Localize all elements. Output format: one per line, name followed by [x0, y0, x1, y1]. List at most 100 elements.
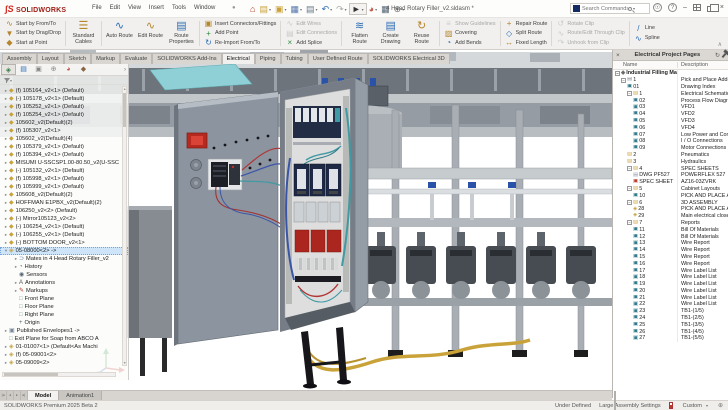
status-assembly-mode[interactable]: Large Assembly Settings: [599, 403, 661, 409]
cam-tab[interactable]: ◆: [76, 64, 91, 75]
tree-item-f-105307-v2-1[interactable]: ▸◆(f) 105307_v2<1>: [0, 127, 128, 135]
page-row-18[interactable]: ▣18Wire Label List: [613, 274, 728, 281]
tree-item-f-105394-v2-1-default[interactable]: ▸◆(f) 105394_v2<1> (Default): [0, 151, 128, 159]
page-row-1[interactable]: −▤1Pick and Place Add-On: [613, 77, 728, 84]
tree-item-mirror105123-v2-2[interactable]: ▸◆(-) Mirror105123_v2<2>: [0, 215, 128, 223]
save-button[interactable]: ▦▾: [289, 3, 305, 15]
covering-button[interactable]: ▨Covering: [444, 29, 495, 39]
spline-button[interactable]: ∿Spline: [634, 34, 660, 44]
column-header-description[interactable]: Description: [677, 62, 728, 68]
close-button[interactable]: ×: [720, 4, 724, 11]
page-row-1[interactable]: −▨1Electrical Schematics: [613, 90, 728, 97]
page-row-6[interactable]: −▨63D ASSEMBLY: [613, 199, 728, 206]
doc-tab-model[interactable]: Model: [28, 391, 59, 400]
page-row-03[interactable]: ▣03VFD1: [613, 104, 728, 111]
add-bends-button[interactable]: ◔Add Bends: [444, 38, 495, 48]
tab-overflow-icon[interactable]: ›: [124, 67, 128, 73]
scroll-thumb[interactable]: [4, 373, 58, 376]
page-row-industrial-filling-machi[interactable]: −◈Industrial Filling Machi...: [613, 70, 728, 77]
menu-file[interactable]: File: [88, 5, 106, 11]
panel-refresh-icon[interactable]: ↻: [715, 52, 720, 59]
doc-tab-animation1[interactable]: Animation1: [59, 391, 102, 400]
tab-markup[interactable]: Markup: [91, 53, 120, 64]
maximize-grid-button[interactable]: [693, 4, 701, 11]
tree-item-misumi-u-sscsp1-00-80-50-v2-u-[interactable]: ▸◆MISUMI U-SSCSP1.00-80.50_v2(U-SSC: [0, 159, 128, 167]
page-row-21[interactable]: ▣21Wire Label List: [613, 294, 728, 301]
insert-connectors-fittings-button[interactable]: ▣Insert Connectors/Fittings: [204, 19, 276, 29]
page-row-20[interactable]: ▣20Wire Label List: [613, 288, 728, 295]
sheet-nav-button[interactable]: ◂: [7, 391, 14, 400]
create-drawing-button[interactable]: ▤Create Drawing: [375, 19, 406, 48]
scroll-down-icon[interactable]: ▼: [123, 361, 126, 365]
re-import-from-to-button[interactable]: ↻Re-Import From/To: [204, 38, 276, 48]
status-units[interactable]: Custom: [683, 403, 702, 409]
search-input[interactable]: [582, 6, 628, 12]
tree-item-right-plane[interactable]: □Right Plane: [0, 311, 128, 319]
welcome-button[interactable]: ⌂: [248, 3, 257, 15]
tree-item-front-plane[interactable]: □Front Plane: [0, 295, 128, 303]
filter-caret-icon[interactable]: ▾: [10, 78, 12, 83]
menu-insert[interactable]: Insert: [145, 5, 168, 11]
panel-pin-icon[interactable]: [722, 52, 727, 57]
dropdown-caret-icon[interactable]: ▾: [284, 7, 286, 12]
sheet-nav-button[interactable]: ▸|: [21, 391, 28, 400]
tab-solidworks-electrical-3d[interactable]: SOLIDWORKS Electrical 3D: [368, 53, 450, 64]
page-row-14[interactable]: ▣14Wire Report: [613, 247, 728, 254]
flatten-route-button[interactable]: ≋Flatten Route: [344, 19, 375, 48]
tab-assembly[interactable]: Assembly: [2, 53, 37, 64]
page-row-4[interactable]: −▨4SPEC SHEETS: [613, 165, 728, 172]
performance-icon[interactable]: [669, 402, 673, 409]
auto-route-button[interactable]: ∿Auto Route: [104, 19, 135, 48]
page-row-01[interactable]: ▣01Drawing Index: [613, 84, 728, 91]
collapse-box-icon[interactable]: −: [621, 78, 626, 83]
collapse-box-icon[interactable]: −: [627, 166, 632, 171]
start-at-point-button[interactable]: ◆Start at Point: [5, 38, 61, 48]
tab-piping[interactable]: Piping: [255, 53, 281, 64]
tree-item-f-105998-v2-1-default[interactable]: ▸◆(f) 105998_v2<1> (Default): [0, 175, 128, 183]
tab-evaluate[interactable]: Evaluate: [120, 53, 152, 64]
restore-button[interactable]: [707, 6, 714, 12]
propertymanager-tab[interactable]: ▤: [16, 64, 31, 75]
route-properties-button[interactable]: ▤Route Properties: [166, 19, 197, 48]
sheet-nav-button[interactable]: |◂: [0, 391, 7, 400]
collapse-box-icon[interactable]: −: [627, 91, 632, 96]
page-row-29[interactable]: ◈29Main electrical closet: [613, 213, 728, 220]
tree-item-history[interactable]: ▸◔History: [0, 263, 128, 271]
tree-item-105178-v2-1-default[interactable]: ▸◆(-) 105178_v2<1> (Default): [0, 95, 128, 103]
page-row-3[interactable]: ▨3Hydraulics: [613, 158, 728, 165]
page-row-04[interactable]: ▣04VFD2: [613, 111, 728, 118]
reuse-route-button[interactable]: ↻Reuse Route: [406, 19, 437, 48]
start-by-drag-drop-button[interactable]: ▼Start by Drag/Drop: [5, 29, 61, 39]
tree-item-106254-v2-1-default[interactable]: ▸◆(-) 106254_v2<1> (Default): [0, 223, 128, 231]
dropdown-caret-icon[interactable]: ▾: [269, 7, 271, 12]
page-row-spec-sheet[interactable]: ▣SPEC SHEETAZ16-03ZVRK: [613, 179, 728, 186]
collapse-box-icon[interactable]: −: [627, 186, 632, 191]
tree-item-f-105252-v2-1-default[interactable]: ▸◆(f) 105252_v2<1> (Default): [0, 103, 128, 111]
tree-vertical-scrollbar[interactable]: ▲ ▼: [122, 86, 127, 366]
dimxpert-tab[interactable]: ⊕: [46, 64, 61, 75]
page-row-26[interactable]: ▣26TB1-(4/5): [613, 328, 728, 335]
page-row-19[interactable]: ▣19Wire Label List: [613, 281, 728, 288]
collapse-box-icon[interactable]: −: [627, 200, 632, 205]
tree-item-f-105999-v2-1-default[interactable]: ▸◆(f) 105999_v2<1> (Default): [0, 183, 128, 191]
pages-horizontal-scrollbar[interactable]: [614, 392, 727, 396]
ribbon-collapse-icon[interactable]: ∧: [718, 41, 722, 48]
add-splice-button[interactable]: ×Add Splice: [285, 38, 337, 48]
tab-tubing[interactable]: Tubing: [281, 53, 308, 64]
page-row-02[interactable]: ▣02Process Flow Diagram: [613, 97, 728, 104]
new-button[interactable]: ▤▾: [257, 3, 273, 15]
tree-horizontal-scrollbar[interactable]: [2, 372, 116, 377]
page-row-28[interactable]: ◈28PICK AND PLACE ADD-ON: [613, 206, 728, 213]
menu-edit[interactable]: Edit: [106, 5, 124, 11]
page-row-06[interactable]: ▣06VFD4: [613, 124, 728, 131]
tree-item-bottom-door-v2-1[interactable]: ▸◆(-) BOTTOM DOOR_v2<1>: [0, 239, 128, 247]
scroll-thumb[interactable]: [614, 391, 616, 410]
tab-user-defined-route[interactable]: User Defined Route: [308, 53, 368, 64]
tree-item-sensors[interactable]: ◉Sensors: [0, 271, 128, 279]
tab-layout[interactable]: Layout: [37, 53, 64, 64]
web-help-icon[interactable]: ⊕: [718, 402, 723, 409]
tree-item-exit-plane-for-soap-from-abco-[interactable]: □Exit Plane for Soap from ABCO A: [0, 335, 128, 343]
split-route-button[interactable]: ◇Split Route: [505, 29, 548, 39]
page-row-dwg-pf527[interactable]: ▤DWG PF527POWERFLEX 527: [613, 172, 728, 179]
tab-solidworks-add-ins[interactable]: SOLIDWORKS Add-Ins: [152, 53, 221, 64]
